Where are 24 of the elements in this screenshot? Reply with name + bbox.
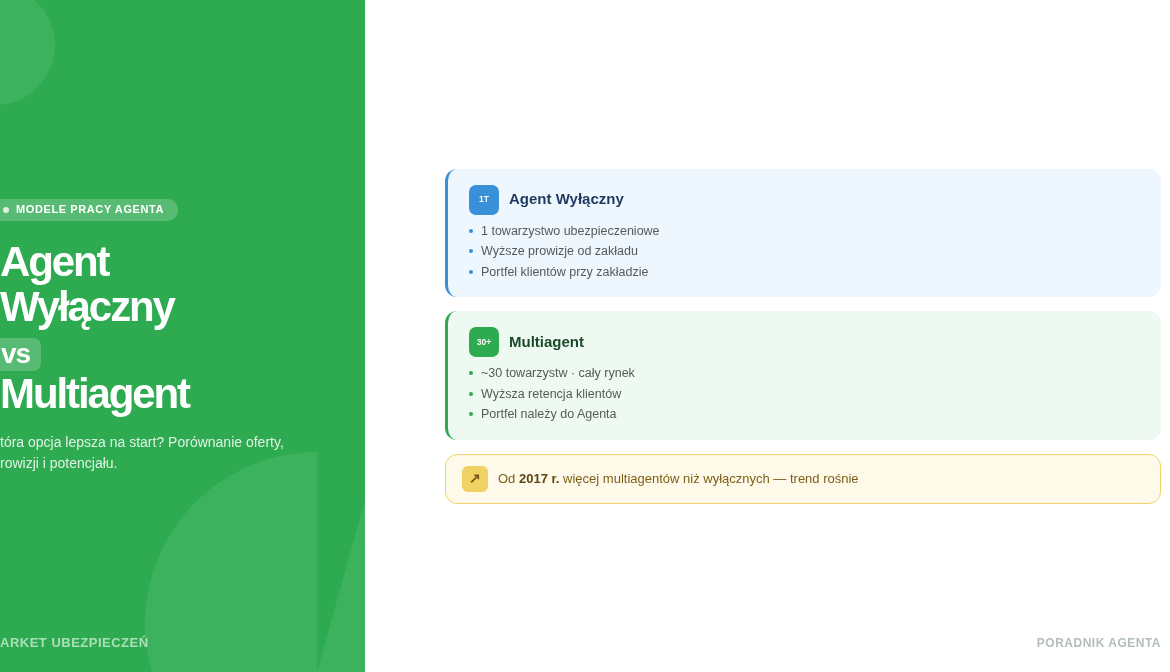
bullet-icon [469, 412, 473, 417]
subtitle: tóra opcja lepsza na start? Porównanie oferty, rowizji i potencjału. [0, 432, 284, 473]
card-title: Agent Wyłączny [509, 189, 624, 210]
bullet-icon [469, 269, 473, 274]
bullet-icon [469, 249, 473, 254]
versus-badge: vs [0, 337, 41, 371]
bullet-icon [469, 371, 473, 376]
guide-footer: PORADNIK AGENTA [1036, 634, 1161, 652]
tag-text: MODELE PRACY AGENTA [16, 202, 165, 218]
insurer-count-badge: 30+ [469, 327, 499, 357]
insurer-count-badge: 1T [469, 184, 499, 215]
bullet-text: 1 towarzystwo ubezpieczeniowe [481, 222, 660, 240]
bullet-text: Portfel klientów przy zakładzie [481, 263, 649, 281]
bullet-text: Wyższa retencja klientów [481, 385, 622, 403]
headline: Agent [0, 238, 110, 284]
bullet-text: Wyższe prowizje od zakładu [481, 243, 638, 260]
card-title: Multiagent [509, 331, 584, 352]
bullet-text: ~30 towarzystw · cały rynek [481, 365, 635, 382]
note-text: Od 2017 r. więcej multiagentów niż wyłącznych — trend rośnie [498, 469, 859, 488]
bullet-text: Portfel należy do Agenta [481, 406, 617, 423]
headline: Multiagent [0, 370, 189, 416]
bullet-icon [469, 228, 473, 233]
bullet-icon [469, 391, 473, 396]
brand-footer: ARKET UBEZPIECZEŃ [0, 632, 149, 652]
